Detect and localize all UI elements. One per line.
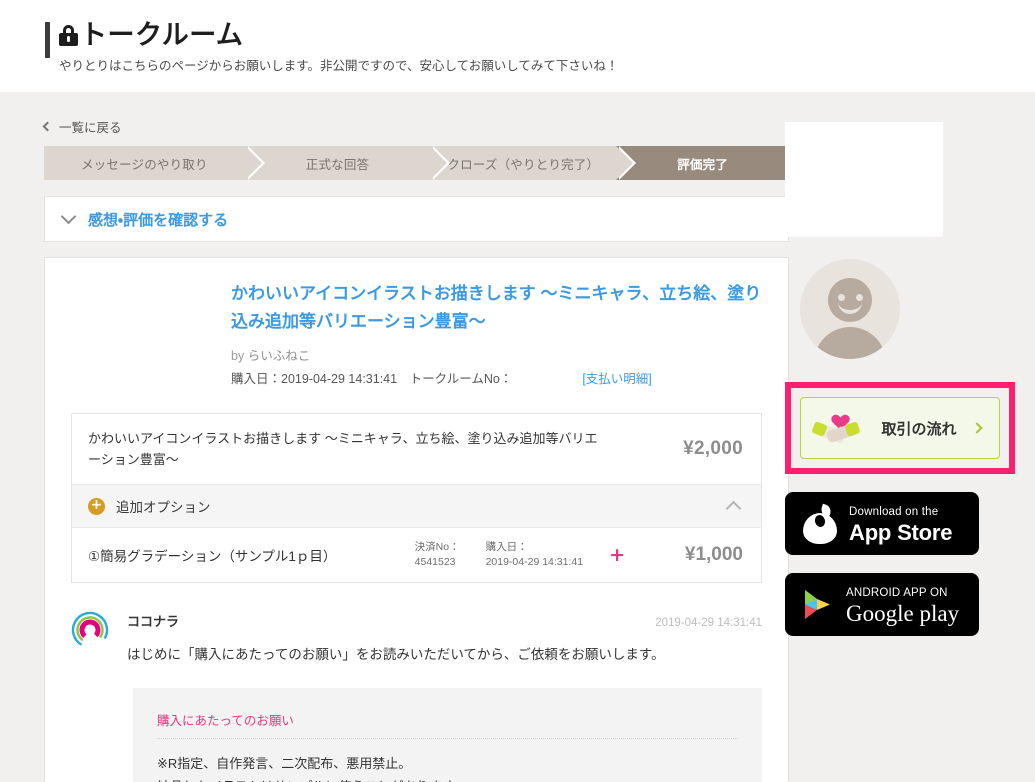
flow-button-highlight: 取引の流れ (785, 382, 1015, 474)
message-block: ココナラ 2019-04-29 14:31:41 はじめに「購入にあたってのお願… (71, 611, 762, 666)
handshake-heart-icon (811, 409, 861, 447)
app-store-badge-text: Download on the App Store (849, 502, 979, 545)
notice-text: ※R指定、自作発言、二次配布、悪用禁止。 納品したイラストはサンプルに使うことが… (157, 752, 738, 782)
chevron-right-icon (971, 422, 983, 434)
step-label: 正式な回答 (305, 157, 370, 172)
service-seller: by らいふねこ (231, 345, 762, 364)
google-play-badge-text: ANDROID APP ON Google play (846, 583, 979, 627)
step-review-complete[interactable]: 評価完了 (616, 146, 789, 180)
step-arrow-icon (430, 146, 448, 180)
price-table: かわいいアイコンイラストお描きします ～ミニキャラ、立ち絵、塗り込み追加等バリエ… (71, 413, 762, 583)
page-header: トークルーム やりとりはこちらのページからお願いします。非公開ですので、安心して… (0, 0, 1035, 92)
option-plus-sign: + (609, 544, 625, 566)
options-header-label: 追加オプション (116, 500, 211, 515)
message-text: はじめに「購入にあたってのお願い」をお読みいただいてから、ご依頼をお願いします。 (127, 647, 665, 662)
page-title-text: トークルーム (80, 20, 244, 50)
step-arrow-icon (616, 146, 634, 180)
item-price: ¥2,000 (683, 438, 743, 459)
page-title: トークルーム (59, 18, 1035, 52)
main-column: 一覧に戻る メッセージのやり取り 正式な回答 クローズ（やりとり完了） 評価完了 (42, 92, 789, 782)
lock-icon (59, 24, 78, 46)
notice-box: 購入にあたってのお願い ※R指定、自作発言、二次配布、悪用禁止。 納品したイラス… (133, 688, 762, 782)
step-label: クローズ（やりとり完了） (447, 157, 600, 172)
option-name: ①簡易グラデーション（サンプル1ｐ目） (88, 549, 337, 564)
avatar[interactable] (800, 259, 900, 359)
price-table-item-row: かわいいアイコンイラストお描きします ～ミニキャラ、立ち絵、塗り込み追加等バリエ… (72, 414, 761, 485)
option-purchase-date: 購入日： 2019-04-29 14:31:41 (486, 540, 584, 570)
seller-name[interactable]: らいふねこ (248, 349, 311, 363)
step-arrow-icon (244, 146, 262, 180)
user-avatar-icon (800, 259, 900, 359)
step-close[interactable]: クローズ（やりとり完了） (430, 146, 637, 180)
google-play-big-text: Google play (846, 601, 959, 626)
by-prefix: by (231, 349, 245, 363)
chevron-left-icon (42, 121, 53, 131)
notice-line-2: 納品したイラストはサンプルに使うことがあります。 (157, 775, 738, 782)
options-header[interactable]: + 追加オプション (72, 485, 761, 528)
review-accordion-label: 感想・評価を確認する (88, 211, 229, 229)
app-store-badge[interactable]: Download on the App Store (785, 492, 979, 555)
step-label: 評価完了 (677, 157, 728, 172)
back-to-list-link[interactable]: 一覧に戻る (42, 117, 122, 136)
header-accent-bar (45, 22, 50, 58)
service-title[interactable]: かわいいアイコンイラストお描きします ～ミニキャラ、立ち絵、塗り込み追加等バリエ… (231, 280, 762, 336)
step-formal-answer[interactable]: 正式な回答 (244, 146, 451, 180)
notice-line-1: ※R指定、自作発言、二次配布、悪用禁止。 (157, 756, 412, 771)
payment-detail-link[interactable]: [支払い明細] (582, 368, 651, 387)
item-name: かわいいアイコンイラストお描きします ～ミニキャラ、立ち絵、塗り込み追加等バリエ… (88, 431, 598, 467)
step-label: メッセージのやり取り (80, 157, 208, 172)
payment-no-label: 決済No： (414, 541, 460, 553)
sidebar: 取引の流れ Download on the App Store ANDROID … (785, 92, 1015, 636)
option-payment-no: 決済No： 4541523 (415, 540, 460, 570)
back-to-list-label: 一覧に戻る (59, 121, 122, 135)
chevron-down-icon (60, 208, 77, 225)
google-play-icon (803, 588, 833, 621)
service-header: かわいいアイコンイラストお描きします ～ミニキャラ、立ち絵、塗り込み追加等バリエ… (71, 280, 762, 387)
option-row: ①簡易グラデーション（サンプル1ｐ目） 決済No： 4541523 購入日： 2… (72, 528, 761, 582)
transaction-flow-button[interactable]: 取引の流れ (800, 397, 1000, 459)
purchase-date-text: 購入日：2019-04-29 14:31:41 トークルームNo： (231, 372, 513, 386)
coconala-logo-icon (71, 611, 109, 649)
chevron-up-icon[interactable] (725, 500, 742, 516)
message-timestamp: 2019-04-29 14:31:41 (655, 617, 762, 629)
app-store-big-text: App Store (849, 520, 953, 545)
plus-circle-icon: + (88, 497, 105, 515)
talkroom-card: かわいいアイコンイラストお描きします ～ミニキャラ、立ち絵、塗り込み追加等バリエ… (44, 257, 789, 782)
option-price: ¥1,000 (684, 544, 743, 565)
page-body: 一覧に戻る メッセージのやり取り 正式な回答 クローズ（やりとり完了） 評価完了 (0, 92, 1035, 782)
google-play-small-text: ANDROID APP ON (846, 586, 948, 599)
message-sender: ココナラ (127, 614, 180, 629)
sidebar-banner[interactable] (785, 122, 943, 237)
transaction-flow-label: 取引の流れ (881, 420, 957, 438)
apple-logo-icon (803, 503, 837, 544)
payment-no-value: 4541523 (414, 556, 456, 568)
play-word: play (913, 600, 960, 626)
message-header: ココナラ 2019-04-29 14:31:41 (127, 611, 762, 630)
purchase-date-label: 購入日： (485, 541, 528, 553)
notice-title: 購入にあたってのお願い (157, 710, 738, 739)
review-accordion-toggle[interactable]: 感想・評価を確認する (44, 196, 789, 242)
google-play-badge[interactable]: ANDROID APP ON Google play (785, 573, 979, 636)
progress-steps: メッセージのやり取り 正式な回答 クローズ（やりとり完了） 評価完了 (44, 146, 789, 180)
step-message-exchange[interactable]: メッセージのやり取り (44, 146, 265, 180)
app-store-small-text: Download on the (849, 506, 939, 518)
google-play-word: Google (846, 600, 914, 626)
purchase-date-value: 2019-04-29 14:31:41 (485, 556, 584, 568)
message-body: ココナラ 2019-04-29 14:31:41 はじめに「購入にあたってのお願… (127, 611, 762, 666)
page-subtitle: やりとりはこちらのページからお願いします。非公開ですので、安心してお願いしてみて… (59, 59, 619, 73)
service-meta: 購入日：2019-04-29 14:31:41 トークルームNo： [支払い明細… (231, 368, 762, 387)
